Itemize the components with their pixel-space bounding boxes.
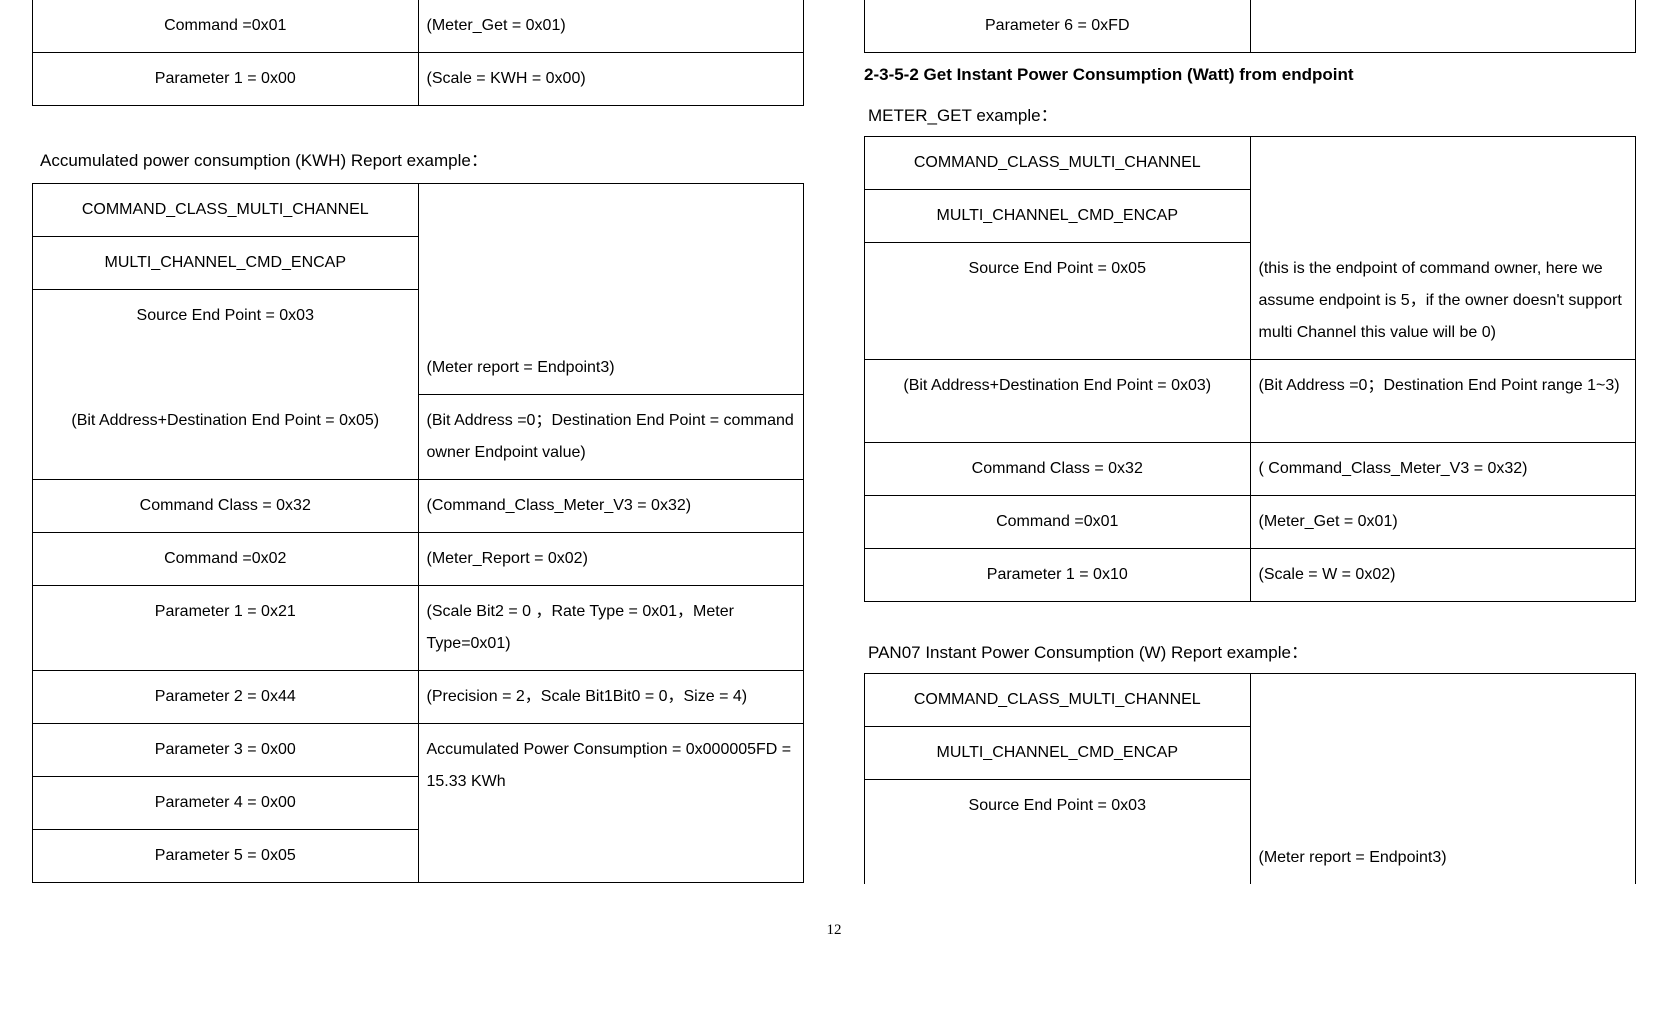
cell	[1250, 137, 1636, 243]
cell: Command =0x01	[33, 0, 419, 53]
cell: COMMAND_CLASS_MULTI_CHANNEL	[865, 137, 1251, 190]
cell: (Meter_Report = 0x02)	[418, 533, 804, 586]
cell: COMMAND_CLASS_MULTI_CHANNEL	[33, 184, 419, 237]
cell: MULTI_CHANNEL_CMD_ENCAP	[33, 237, 419, 290]
cell: Parameter 2 = 0x44	[33, 671, 419, 724]
cell	[1250, 673, 1636, 832]
left-caption: Accumulated power consumption (KWH) Repo…	[40, 146, 804, 171]
cell: Parameter 6 = 0xFD	[865, 0, 1251, 53]
cell: Parameter 3 = 0x00	[33, 724, 419, 777]
cell: (Command_Class_Meter_V3 = 0x32)	[418, 480, 804, 533]
cell: Accumulated Power Consumption = 0x000005…	[418, 724, 804, 883]
left-top-table: Command =0x01 (Meter_Get = 0x01) Paramet…	[32, 0, 804, 106]
cell	[1250, 0, 1636, 53]
cell: COMMAND_CLASS_MULTI_CHANNEL	[865, 673, 1251, 726]
right-top-table: Parameter 6 = 0xFD	[864, 0, 1636, 53]
page-number: 12	[0, 922, 1668, 939]
cell: ( Command_Class_Meter_V3 = 0x32)	[1250, 442, 1636, 495]
cell: Command Class = 0x32	[33, 480, 419, 533]
cell: (Scale Bit2 = 0 ，Rate Type = 0x01，Meter …	[418, 586, 804, 671]
right-table-1: COMMAND_CLASS_MULTI_CHANNEL MULTI_CHANNE…	[864, 136, 1636, 602]
cell: (Meter_Get = 0x01)	[1250, 495, 1636, 548]
cell: (Scale = KWH = 0x00)	[418, 53, 804, 106]
left-main-table: COMMAND_CLASS_MULTI_CHANNEL MULTI_CHANNE…	[32, 183, 804, 883]
cell: Command =0x01	[865, 495, 1251, 548]
cell: (Meter_Get = 0x01)	[418, 0, 804, 53]
subcaption-1: METER_GET example：	[868, 101, 1636, 126]
cell: Source End Point = 0x05	[865, 243, 1251, 360]
cell: (Bit Address+Destination End Point = 0x0…	[865, 359, 1251, 442]
subcaption-2: PAN07 Instant Power Consumption (W) Repo…	[868, 638, 1636, 663]
cell: (Meter report = Endpoint3)	[418, 342, 804, 395]
cell: (Bit Address+Destination End Point = 0x0…	[33, 395, 419, 480]
cell: Parameter 1 = 0x10	[865, 548, 1251, 601]
right-table-2: COMMAND_CLASS_MULTI_CHANNEL MULTI_CHANNE…	[864, 673, 1636, 884]
section-heading: 2-3-5-2 Get Instant Power Consumption (W…	[864, 65, 1636, 85]
cell: (Scale = W = 0x02)	[1250, 548, 1636, 601]
cell: (Precision = 2，Scale Bit1Bit0 = 0，Size =…	[418, 671, 804, 724]
cell: Command Class = 0x32	[865, 442, 1251, 495]
cell: Parameter 1 = 0x21	[33, 586, 419, 671]
cell: (this is the endpoint of command owner, …	[1250, 243, 1636, 360]
cell: Parameter 1 = 0x00	[33, 53, 419, 106]
cell: Source End Point = 0x03	[865, 779, 1251, 832]
cell: Command =0x02	[33, 533, 419, 586]
cell: (Bit Address =0；Destination End Point ra…	[1250, 359, 1636, 442]
cell: MULTI_CHANNEL_CMD_ENCAP	[865, 726, 1251, 779]
cell: MULTI_CHANNEL_CMD_ENCAP	[865, 190, 1251, 243]
cell: Parameter 5 = 0x05	[33, 830, 419, 883]
cell	[418, 184, 804, 343]
cell: (Bit Address =0；Destination End Point = …	[418, 395, 804, 480]
cell: Source End Point = 0x03	[33, 290, 419, 343]
cell	[33, 342, 419, 395]
cell: Parameter 4 = 0x00	[33, 777, 419, 830]
cell	[865, 832, 1251, 884]
cell: (Meter report = Endpoint3)	[1250, 832, 1636, 884]
